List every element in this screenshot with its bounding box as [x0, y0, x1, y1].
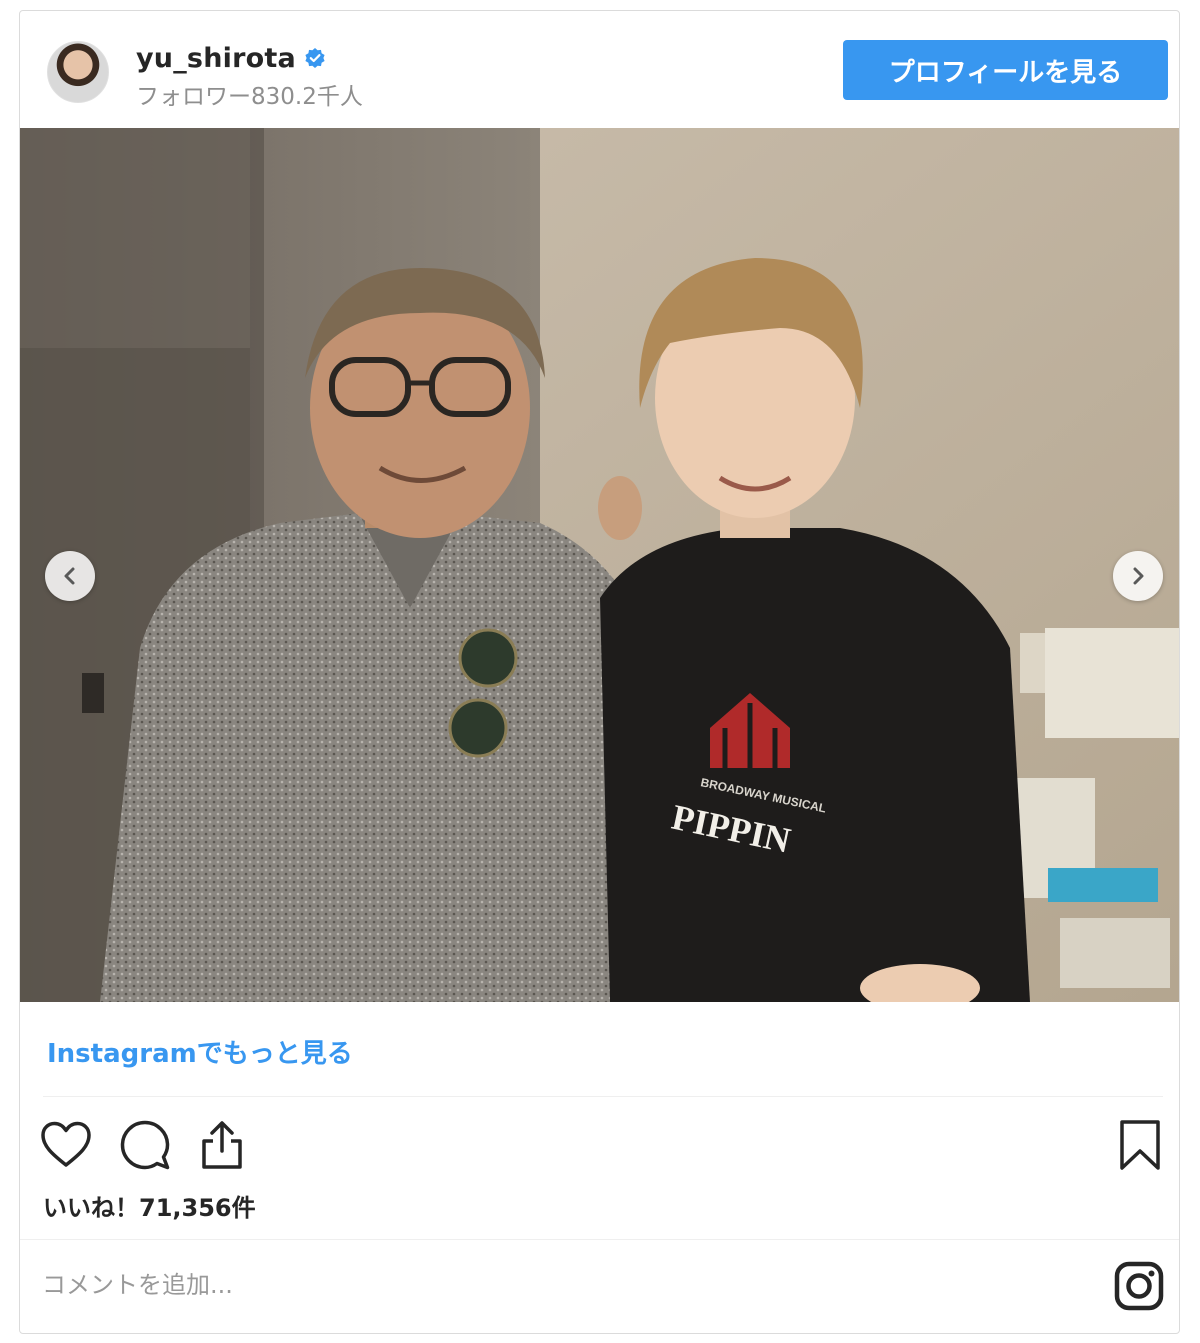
light-switch	[82, 673, 104, 713]
chevron-left-icon	[64, 567, 75, 585]
left-man-shirt	[100, 508, 670, 1002]
comment-button[interactable]	[117, 1117, 173, 1173]
share-icon	[202, 1121, 242, 1169]
like-button[interactable]	[38, 1117, 94, 1173]
add-comment-input[interactable]	[40, 1262, 944, 1308]
bookmark-button[interactable]	[1112, 1117, 1168, 1173]
instagram-embed-card: yu_shirota フォロワー830.2千人 プロフィールを見る BROADW…	[19, 10, 1180, 1334]
right-man-tshirt	[600, 528, 1030, 1002]
username-row: yu_shirota	[136, 41, 326, 75]
chevron-right-icon	[1133, 567, 1144, 585]
sunglasses-lens-top	[458, 628, 518, 688]
share-button[interactable]	[194, 1117, 250, 1173]
view-profile-button[interactable]: プロフィールを見る	[843, 40, 1168, 100]
bookmark-icon	[1120, 1120, 1160, 1170]
desk-items	[1060, 918, 1170, 988]
divider	[20, 1239, 1179, 1240]
comment-icon	[120, 1120, 170, 1170]
sunglasses-lens-bottom	[448, 698, 508, 758]
post-photo[interactable]: BROADWAY MUSICAL PIPPIN	[20, 128, 1179, 1002]
view-more-on-instagram-link[interactable]: Instagramでもっと見る	[47, 1033, 353, 1070]
colorful-card	[1048, 868, 1158, 902]
avatar[interactable]	[47, 41, 109, 103]
username[interactable]: yu_shirota	[136, 43, 296, 74]
instagram-icon[interactable]	[1112, 1259, 1166, 1313]
post-header: yu_shirota フォロワー830.2千人 プロフィールを見る	[20, 11, 1179, 128]
notice-paper-small	[1020, 633, 1045, 693]
verified-badge-icon	[304, 47, 326, 69]
divider	[43, 1096, 1163, 1097]
hand-on-shoulder	[598, 476, 642, 540]
like-count: いいね！71,356件	[43, 1194, 256, 1222]
next-photo-button[interactable]	[1113, 551, 1163, 601]
photo-illustration: BROADWAY MUSICAL PIPPIN	[20, 128, 1179, 1002]
follower-count: フォロワー830.2千人	[136, 84, 363, 110]
heart-icon	[41, 1121, 91, 1167]
previous-photo-button[interactable]	[45, 551, 95, 601]
notice-paper	[1045, 628, 1179, 738]
